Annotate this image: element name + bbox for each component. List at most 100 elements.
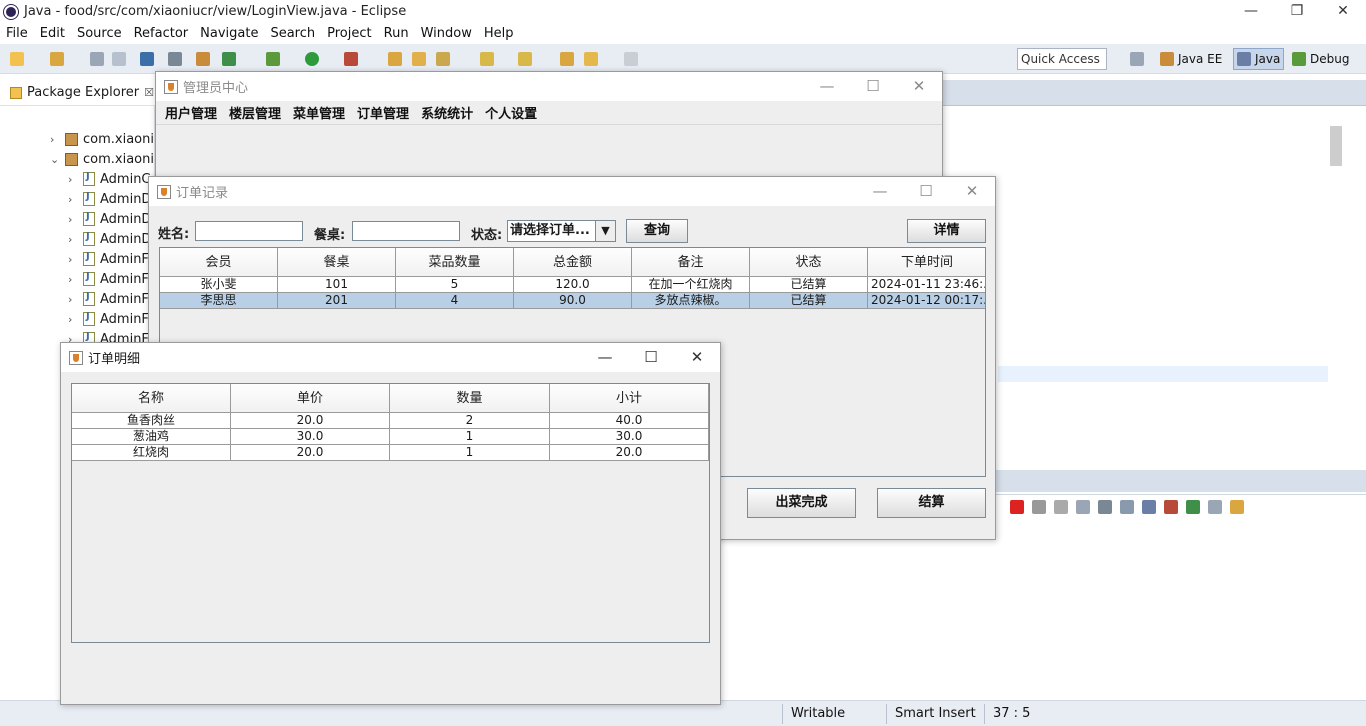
remove-launch-icon[interactable] [1032, 500, 1046, 514]
close-button[interactable]: ✕ [896, 72, 942, 101]
quick-access-field[interactable]: Quick Access [1017, 48, 1107, 70]
pin-console-icon[interactable] [1186, 500, 1200, 514]
scroll-lock-icon[interactable] [1098, 500, 1112, 514]
column-header[interactable]: 状态 [750, 248, 868, 277]
open-perspective-button[interactable] [1130, 48, 1148, 70]
query-button[interactable]: 查询 [626, 219, 688, 243]
settle-button[interactable]: 结算 [877, 488, 986, 518]
next-annotation-icon[interactable] [480, 52, 494, 66]
menu-user-management[interactable]: 用户管理 [159, 103, 223, 122]
run-external-icon[interactable] [344, 52, 358, 66]
tree-item[interactable]: › AdminD [68, 209, 151, 229]
table-row[interactable]: 鱼香肉丝 20.0 2 40.0 [72, 413, 709, 429]
table-input[interactable] [352, 221, 460, 241]
word-wrap-icon[interactable] [1120, 500, 1134, 514]
column-header[interactable]: 数量 [390, 384, 550, 413]
scrollbar-thumb[interactable] [1330, 126, 1342, 166]
close-tab-icon[interactable]: ☒ [144, 86, 154, 99]
package-explorer-tab[interactable]: Package Explorer ☒ [0, 80, 155, 106]
column-header[interactable]: 单价 [231, 384, 390, 413]
open-folder-icon[interactable] [412, 52, 426, 66]
expand-arrow-icon[interactable]: › [50, 133, 62, 146]
expand-arrow-icon[interactable]: › [68, 173, 80, 186]
tree-item[interactable]: › AdminF [68, 309, 149, 329]
show-on-error-icon[interactable] [1164, 500, 1178, 514]
maximize-button[interactable]: ☐ [903, 177, 949, 206]
run-icon[interactable] [305, 52, 319, 66]
open-console-icon[interactable] [1230, 500, 1244, 514]
menu-edit[interactable]: Edit [34, 26, 71, 41]
terminate-icon[interactable] [1010, 500, 1024, 514]
maximize-button[interactable]: ☐ [628, 343, 674, 372]
order-window-title-bar[interactable]: 订单记录 — ☐ ✕ [149, 177, 995, 206]
collapse-arrow-icon[interactable]: ⌄ [50, 153, 62, 166]
expand-arrow-icon[interactable]: › [68, 193, 80, 206]
pen-icon[interactable] [436, 52, 450, 66]
open-type-icon[interactable] [388, 52, 402, 66]
console-icon[interactable] [140, 52, 154, 66]
close-button[interactable]: ✕ [674, 343, 720, 372]
tree-item[interactable]: › AdminF [68, 289, 149, 309]
table-row[interactable]: 葱油鸡 30.0 1 30.0 [72, 429, 709, 445]
menu-help[interactable]: Help [478, 26, 520, 41]
back-icon[interactable] [584, 52, 598, 66]
name-input[interactable] [195, 221, 303, 241]
column-header[interactable]: 会员 [160, 248, 278, 277]
detail-window-title-bar[interactable]: 订单明细 — ☐ ✕ [61, 343, 720, 372]
forward-icon[interactable] [624, 52, 638, 66]
refresh-icon[interactable] [222, 52, 236, 66]
save-all-icon[interactable] [112, 52, 126, 66]
new-package-icon[interactable] [50, 52, 64, 66]
perspective-java-ee[interactable]: Java EE [1160, 48, 1222, 70]
column-header[interactable]: 餐桌 [278, 248, 396, 277]
status-select[interactable]: 请选择订单... ▼ [507, 220, 616, 242]
tree-item[interactable]: › AdminF [68, 269, 149, 289]
tree-item[interactable]: ⌄ com.xiaoniu [50, 149, 162, 169]
column-header[interactable]: 下单时间 [868, 248, 985, 277]
previous-annotation-icon[interactable] [518, 52, 532, 66]
menu-project[interactable]: Project [321, 26, 377, 41]
menu-dish-management[interactable]: 菜单管理 [287, 103, 351, 122]
editor-scrollbar[interactable] [1328, 110, 1344, 450]
last-edit-icon[interactable] [560, 52, 574, 66]
expand-arrow-icon[interactable]: › [68, 213, 80, 226]
expand-arrow-icon[interactable]: › [68, 293, 80, 306]
menu-personal-settings[interactable]: 个人设置 [479, 103, 543, 122]
restore-button[interactable]: ❐ [1274, 0, 1320, 23]
column-header[interactable]: 小计 [550, 384, 709, 413]
close-button[interactable]: ✕ [1320, 0, 1366, 23]
new-icon[interactable] [10, 52, 24, 66]
menu-navigate[interactable]: Navigate [194, 26, 264, 41]
minimize-button[interactable]: — [857, 177, 903, 206]
menu-run[interactable]: Run [378, 26, 415, 41]
minimize-button[interactable]: — [1228, 0, 1274, 23]
table-row[interactable]: 张小斐 101 5 120.0 在加一个红烧肉 已结算 2024-01-11 2… [160, 277, 985, 293]
skip-breakpoints-icon[interactable] [168, 52, 182, 66]
perspective-debug[interactable]: Debug [1292, 48, 1349, 70]
clear-console-icon[interactable] [1076, 500, 1090, 514]
dropdown-arrow-icon[interactable]: ▼ [595, 221, 615, 241]
editor-area[interactable] [940, 80, 1366, 480]
remove-all-icon[interactable] [1054, 500, 1068, 514]
expand-arrow-icon[interactable]: › [68, 253, 80, 266]
table-row-selected[interactable]: 李思思 201 4 90.0 多放点辣椒。 已结算 2024-01-12 00:… [160, 293, 985, 309]
tree-item[interactable]: › AdminD [68, 189, 151, 209]
menu-file[interactable]: File [0, 26, 34, 41]
close-button[interactable]: ✕ [949, 177, 995, 206]
tree-item[interactable]: › AdminC [68, 169, 151, 189]
column-header[interactable]: 总金额 [514, 248, 632, 277]
table-row[interactable]: 红烧肉 20.0 1 20.0 [72, 445, 709, 461]
tree-item[interactable]: › AdminD [68, 229, 151, 249]
expand-arrow-icon[interactable]: › [68, 273, 80, 286]
menu-window[interactable]: Window [415, 26, 478, 41]
admin-window-title-bar[interactable]: 管理员中心 — ☐ ✕ [156, 72, 942, 101]
menu-system-statistics[interactable]: 系统统计 [415, 103, 479, 122]
maximize-button[interactable]: ☐ [850, 72, 896, 101]
new-java-package-icon[interactable] [196, 52, 210, 66]
expand-arrow-icon[interactable]: › [68, 313, 80, 326]
show-on-output-icon[interactable] [1142, 500, 1156, 514]
tree-item[interactable]: › AdminF [68, 249, 149, 269]
menu-refactor[interactable]: Refactor [128, 26, 195, 41]
save-icon[interactable] [90, 52, 104, 66]
menu-order-management[interactable]: 订单管理 [351, 103, 415, 122]
